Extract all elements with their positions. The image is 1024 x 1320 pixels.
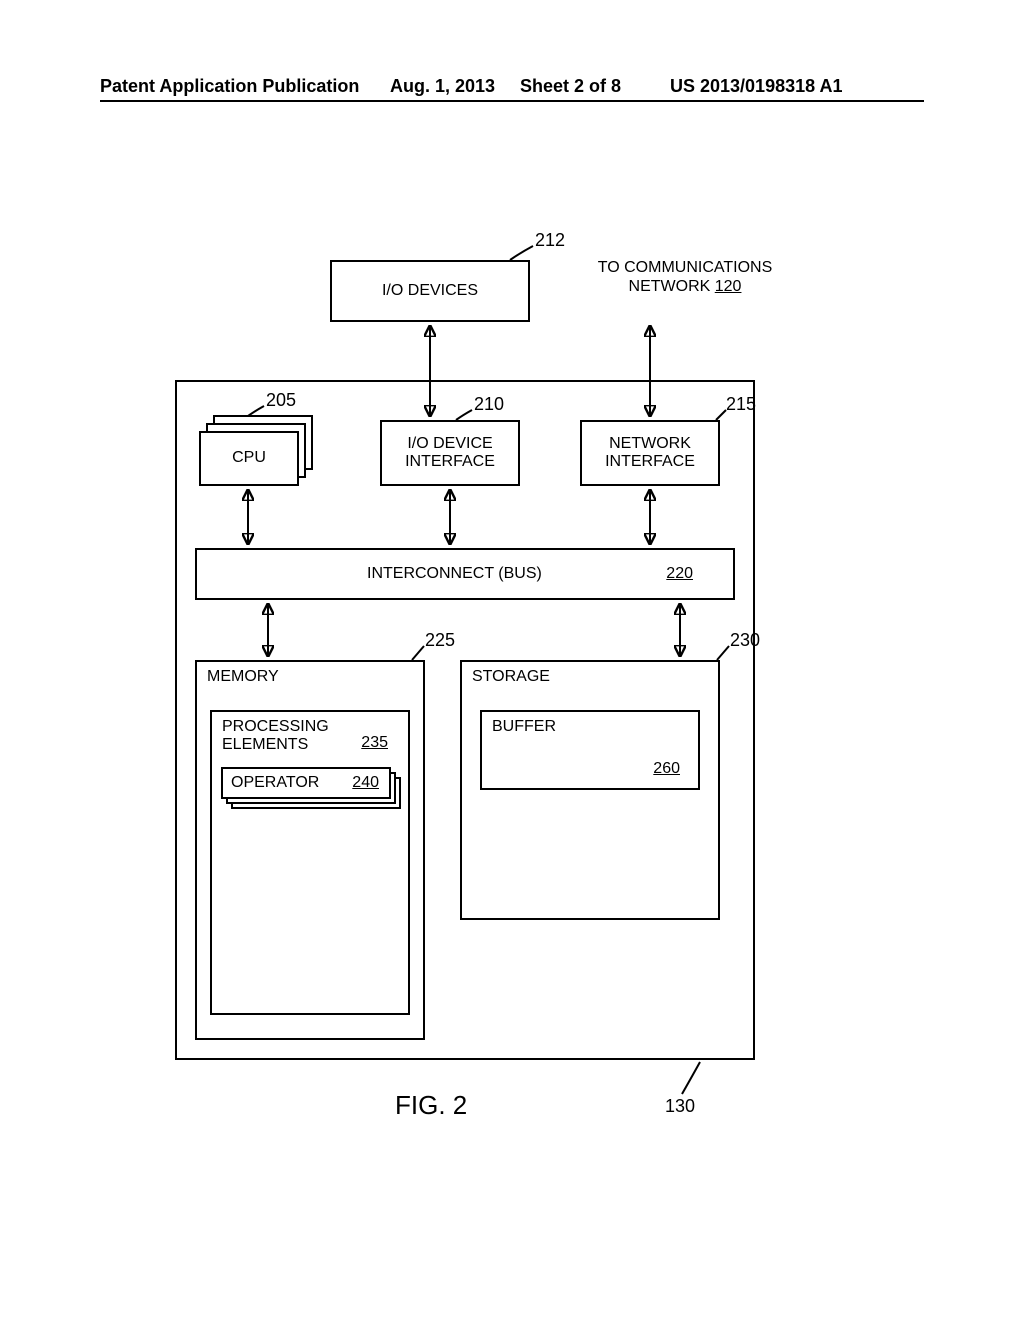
processing-elements-box: PROCESSING ELEMENTS 235 [210, 710, 410, 1015]
interconnect-bus-box: INTERCONNECT (BUS) 220 [195, 548, 735, 600]
header-docno: US 2013/0198318 A1 [670, 76, 842, 97]
operator-ref: 240 [352, 774, 379, 792]
figure-caption: FIG. 2 [395, 1090, 467, 1121]
processing-elements-text: PROCESSING ELEMENTS [222, 718, 329, 754]
header-date: Aug. 1, 2013 [390, 76, 495, 97]
interconnect-bus-text: INTERCONNECT (BUS) [367, 565, 542, 583]
buffer-text: BUFFER [492, 718, 556, 736]
operator-box: OPERATOR 240 [221, 767, 391, 799]
network-interface-text: NETWORK INTERFACE [605, 435, 695, 472]
io-devices-box: I/O DEVICES [330, 260, 530, 322]
to-comm-network-label: TO COMMUNICATIONS NETWORK 120 [590, 258, 780, 296]
io-device-interface-text: I/O DEVICE INTERFACE [405, 435, 495, 472]
lead-212: 212 [535, 230, 565, 251]
memory-title: MEMORY [207, 668, 279, 686]
to-comm-text: TO COMMUNICATIONS NETWORK [598, 259, 773, 295]
comm-ref: 120 [715, 278, 742, 295]
storage-box: STORAGE [460, 660, 720, 920]
io-devices-text: I/O DEVICES [382, 282, 478, 300]
lead-225: 225 [425, 630, 455, 651]
buffer-box: BUFFER 260 [480, 710, 700, 790]
page: Patent Application Publication Aug. 1, 2… [0, 0, 1024, 1320]
cpu-box: CPU [199, 431, 299, 486]
header-rule [100, 100, 924, 102]
storage-title: STORAGE [472, 668, 550, 686]
lead-205: 205 [266, 390, 296, 411]
header-publication: Patent Application Publication [100, 76, 359, 97]
lead-230: 230 [730, 630, 760, 651]
processing-elements-ref: 235 [361, 734, 388, 752]
io-device-interface-box: I/O DEVICE INTERFACE [380, 420, 520, 486]
buffer-ref: 260 [653, 760, 680, 778]
header-sheet: Sheet 2 of 8 [520, 76, 621, 97]
lead-130: 130 [665, 1096, 695, 1117]
bus-ref: 220 [666, 565, 693, 583]
network-interface-box: NETWORK INTERFACE [580, 420, 720, 486]
operator-text: OPERATOR [231, 774, 319, 792]
lead-210: 210 [474, 394, 504, 415]
cpu-text: CPU [232, 449, 266, 467]
lead-215: 215 [726, 394, 756, 415]
